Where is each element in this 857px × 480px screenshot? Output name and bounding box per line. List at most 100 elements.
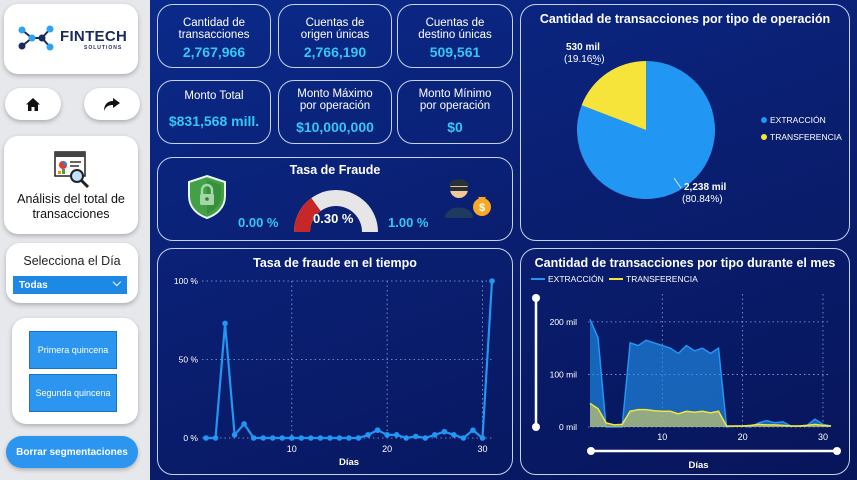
area-x-tick-1: 20 bbox=[738, 432, 748, 442]
kpi-dest-accounts: Cuentas de destino únicas 509,561 bbox=[397, 4, 513, 68]
day-select[interactable]: Todas ⌵ bbox=[13, 276, 127, 294]
fraud-point[interactable] bbox=[403, 435, 409, 441]
pie-legend-marker-1 bbox=[761, 134, 767, 140]
area-legend-label-1: TRANSFERENCIA bbox=[626, 274, 698, 284]
kpi-min-title-1: Monto Mínimo bbox=[418, 88, 492, 100]
fraud-point[interactable] bbox=[346, 435, 352, 441]
fraud-point[interactable] bbox=[412, 433, 419, 440]
kpi-max-title-1: Monto Máximo bbox=[297, 88, 373, 100]
pie-percent-label-0: (80.84%) bbox=[682, 194, 723, 205]
kpi-max-value: $10,000,000 bbox=[296, 119, 374, 135]
fraud-point[interactable] bbox=[365, 432, 371, 438]
second-half-button[interactable]: Segunda quincena bbox=[29, 374, 117, 412]
fraud-point[interactable] bbox=[327, 435, 333, 441]
area-y-tick-1: 100 mil bbox=[550, 369, 578, 379]
fraud-point[interactable] bbox=[298, 435, 305, 441]
first-half-button[interactable]: Primera quincena bbox=[29, 331, 117, 369]
kpi-total-amount: Monto Total $831,568 mill. bbox=[157, 80, 271, 144]
fraud-point[interactable] bbox=[241, 421, 247, 427]
fraud-point[interactable] bbox=[336, 435, 343, 441]
y-range-slider-handle-top[interactable] bbox=[532, 294, 540, 302]
fraud-gauge-max: 1.00 % bbox=[388, 215, 429, 230]
forward-button[interactable] bbox=[84, 88, 140, 120]
fraud-x-tick-1: 20 bbox=[382, 444, 392, 454]
fraud-gauge-min: 0.00 % bbox=[238, 215, 279, 230]
fraud-point[interactable] bbox=[279, 435, 286, 441]
kpi-origin-title-1: Cuentas de bbox=[305, 17, 365, 29]
kpi-dest-title-2: destino únicas bbox=[418, 29, 492, 41]
fraud-point[interactable] bbox=[222, 320, 228, 327]
pie-legend-marker-0 bbox=[761, 117, 767, 123]
x-range-slider-handle-left[interactable] bbox=[587, 447, 595, 455]
fraud-x-axis-label: Días bbox=[339, 457, 359, 468]
kpi-max-title-2: por operación bbox=[299, 100, 371, 112]
dashboard-main: Cantidad de transacciones 2,767,966 Cuen… bbox=[150, 0, 857, 480]
report-magnifier-icon bbox=[54, 151, 90, 188]
kpi-min-title-2: por operación bbox=[419, 100, 491, 112]
kpi-min-value: $0 bbox=[447, 119, 463, 135]
thief-icon: $ bbox=[445, 179, 491, 218]
brand-name: FINTECH bbox=[60, 28, 128, 45]
pie-chart: 2,238 mil(80.84%) 530 mil(19.16%) EXTRACCI… bbox=[564, 42, 842, 205]
y-range-slider-handle-bottom[interactable] bbox=[532, 423, 540, 431]
pie-legend-label-1: TRANSFERENCIA bbox=[770, 132, 842, 142]
fraud-point[interactable] bbox=[289, 435, 295, 441]
fraud-point[interactable] bbox=[441, 428, 448, 435]
area-legend-label-0: EXTRACCIÓN bbox=[548, 274, 604, 284]
fraud-x-tick-0: 10 bbox=[287, 444, 297, 454]
fraud-time-chart: 0 % 50 % 100 % 10 20 30 Días bbox=[174, 276, 495, 468]
forward-arrow-icon bbox=[104, 97, 120, 111]
area-y-tick-2: 200 mil bbox=[550, 317, 578, 327]
kpi-origin-value: 2,766,190 bbox=[303, 44, 367, 60]
fraud-point[interactable] bbox=[317, 435, 324, 441]
fraud-point[interactable] bbox=[212, 435, 219, 441]
fraud-point[interactable] bbox=[250, 435, 257, 441]
kpi-dest-value: 509,561 bbox=[429, 44, 481, 60]
fraud-point[interactable] bbox=[460, 435, 467, 441]
pie-value-label-0: 2,238 mil bbox=[684, 182, 726, 193]
x-range-slider-handle-right[interactable] bbox=[833, 447, 841, 455]
kpi-origin-title-2: origen únicas bbox=[300, 29, 370, 41]
fraud-point[interactable] bbox=[308, 435, 314, 441]
clear-filters-button[interactable]: Borrar segmentaciones bbox=[6, 436, 138, 468]
fraud-point[interactable] bbox=[470, 427, 476, 433]
fraud-point[interactable] bbox=[393, 432, 400, 438]
analysis-card[interactable]: Análisis del total de transacciones bbox=[4, 136, 138, 234]
fraud-series-line bbox=[206, 280, 494, 441]
fraud-point[interactable] bbox=[384, 432, 390, 438]
fraud-point[interactable] bbox=[260, 435, 266, 441]
shield-lock-icon bbox=[188, 174, 226, 220]
chevron-down-icon: ⌵ bbox=[112, 277, 121, 289]
kpi-origin-accounts: Cuentas de origen únicas 2,766,190 bbox=[278, 4, 392, 68]
fraud-point[interactable] bbox=[422, 435, 429, 441]
fraud-point[interactable] bbox=[231, 432, 238, 438]
fraud-y-tick-1: 50 % bbox=[179, 355, 199, 365]
area-fill-0 bbox=[590, 319, 831, 427]
kpi-dest-title-1: Cuentas de bbox=[425, 17, 485, 29]
brand-sub: SOLUTIONS bbox=[84, 45, 123, 51]
kpi-max-amount: Monto Máximo por operación $10,000,000 bbox=[278, 80, 392, 144]
day-filter-title: Selecciona el Día bbox=[23, 254, 121, 268]
kpi-total-value: $831,568 mill. bbox=[168, 113, 260, 129]
fraud-point[interactable] bbox=[269, 435, 276, 441]
day-select-value: Todas bbox=[19, 280, 48, 291]
fraud-point[interactable] bbox=[374, 427, 381, 433]
fraud-point[interactable] bbox=[489, 278, 495, 284]
fraud-point[interactable] bbox=[451, 432, 457, 438]
home-button[interactable] bbox=[5, 88, 61, 120]
fraud-gauge bbox=[294, 190, 378, 232]
area-y-tick-0: 0 mil bbox=[559, 422, 577, 432]
fraud-point[interactable] bbox=[479, 435, 486, 441]
type-month-card: Cantidad de transacciones por tipo duran… bbox=[520, 248, 850, 475]
day-filter-card: Selecciona el Día bbox=[6, 243, 138, 303]
fraud-point[interactable] bbox=[355, 435, 362, 441]
fraud-point[interactable] bbox=[203, 435, 209, 441]
svg-text:$: $ bbox=[479, 202, 485, 214]
type-month-chart: 0 mil 100 mil 200 mil 10 20 30 Días EXTRACCIÓN T… bbox=[531, 274, 841, 471]
analysis-label: Análisis del total de transacciones bbox=[17, 192, 125, 221]
logo-card: FINTECH SOLUTIONS bbox=[4, 4, 138, 74]
fraud-rate-card: Tasa de Fraude $ 0.00 % 0.30 % 1.00 % bbox=[157, 157, 513, 241]
pie-legend-label-0: EXTRACCIÓN bbox=[770, 115, 826, 125]
fraud-point[interactable] bbox=[432, 432, 438, 438]
fraud-x-tick-2: 30 bbox=[477, 444, 487, 454]
